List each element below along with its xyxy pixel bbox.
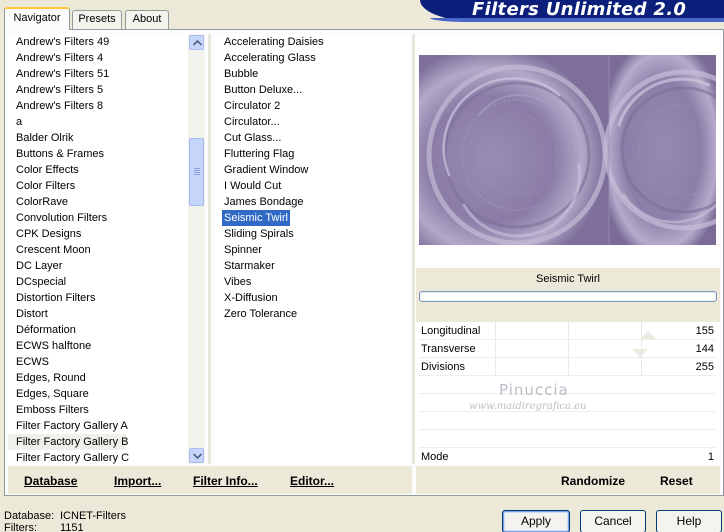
- category-item[interactable]: Filter Factory Gallery B: [8, 434, 128, 450]
- category-item[interactable]: Filter Factory Gallery A: [8, 418, 188, 434]
- category-item[interactable]: Emboss Filters: [8, 402, 188, 418]
- category-item[interactable]: Edges, Round: [8, 370, 188, 386]
- filter-item[interactable]: Sliding Spirals: [222, 226, 296, 242]
- current-filter-name: Seismic Twirl: [536, 273, 600, 285]
- category-list[interactable]: Andrew's Filters 49 Andrew's Filters 4 And…: [8, 34, 206, 466]
- scroll-up-button[interactable]: [189, 35, 204, 50]
- preview-splitter: [412, 34, 415, 464]
- category-item[interactable]: Distortion Filters: [8, 290, 188, 306]
- watermark-name: Pinuccia: [499, 381, 569, 399]
- category-item[interactable]: Balder Olrik: [8, 130, 188, 146]
- status-filters-value: 1151: [60, 522, 84, 532]
- category-item[interactable]: Andrew's Filters 5: [8, 82, 188, 98]
- category-item[interactable]: Distort: [8, 306, 188, 322]
- filter-item[interactable]: X-Diffusion: [222, 290, 280, 306]
- slider-marker: [640, 331, 656, 339]
- slider-marker: [632, 349, 648, 357]
- tab-presets[interactable]: Presets: [72, 10, 122, 29]
- filter-item[interactable]: Bubble: [222, 66, 260, 82]
- filter-item[interactable]: Accelerating Glass: [222, 50, 318, 66]
- tab-navigator[interactable]: Navigator: [4, 7, 70, 30]
- list-splitter[interactable]: [208, 34, 211, 464]
- filter-item[interactable]: Spinner: [222, 242, 264, 258]
- category-item[interactable]: Color Filters: [8, 178, 188, 194]
- tab-about[interactable]: About: [125, 10, 169, 29]
- filter-item[interactable]: Button Deluxe...: [222, 82, 304, 98]
- category-item[interactable]: Andrew's Filters 49: [8, 34, 188, 50]
- chevron-up-icon: [193, 40, 202, 46]
- cancel-button[interactable]: Cancel: [580, 510, 646, 532]
- chevron-down-icon: [193, 453, 202, 459]
- category-item[interactable]: ECWS: [8, 354, 188, 370]
- status-database-label: Database:: [4, 510, 55, 522]
- category-item[interactable]: Convolution Filters: [8, 210, 188, 226]
- status-filters-label: Filters:: [4, 522, 37, 532]
- filter-item[interactable]: Zero Tolerance: [222, 306, 299, 322]
- category-item[interactable]: Buttons & Frames: [8, 146, 188, 162]
- filter-item[interactable]: Fluttering Flag: [222, 146, 296, 162]
- watermark-url: www.maidiregrafica.eu: [469, 401, 587, 412]
- category-item[interactable]: DCspecial: [8, 274, 188, 290]
- category-item[interactable]: Déformation: [8, 322, 188, 338]
- category-item[interactable]: Color Effects: [8, 162, 188, 178]
- param-empty-row: [419, 412, 716, 430]
- category-item[interactable]: Edges, Square: [8, 386, 188, 402]
- status-database: Database: ICNET-Filters: [4, 510, 126, 522]
- filter-item[interactable]: Starmaker: [222, 258, 277, 274]
- filter-item[interactable]: Cut Glass...: [222, 130, 283, 146]
- category-item[interactable]: Andrew's Filters 8: [8, 98, 188, 114]
- filter-info-button[interactable]: Filter Info...: [193, 474, 258, 488]
- category-item[interactable]: ECWS halftone: [8, 338, 188, 354]
- param-mode[interactable]: Mode 1: [419, 449, 716, 465]
- mode-value: 1: [707, 451, 714, 463]
- category-item[interactable]: a: [8, 114, 188, 130]
- randomize-button[interactable]: Randomize: [561, 474, 625, 488]
- filter-item[interactable]: Circulator...: [222, 114, 282, 130]
- database-button[interactable]: Database: [24, 474, 77, 488]
- category-item[interactable]: ColorRave: [8, 194, 188, 210]
- mode-label: Mode: [421, 451, 449, 463]
- filter-item[interactable]: Gradient Window: [222, 162, 310, 178]
- status-filters: Filters: 1151: [4, 522, 84, 532]
- category-scrollbar[interactable]: [188, 34, 205, 464]
- filter-list[interactable]: Accelerating Daisies Accelerating Glass Bu…: [214, 34, 410, 466]
- reset-button[interactable]: Reset: [660, 474, 693, 488]
- filter-item[interactable]: I Would Cut: [222, 178, 283, 194]
- slider-markers: [632, 331, 656, 357]
- category-item[interactable]: DC Layer: [8, 258, 188, 274]
- scroll-thumb[interactable]: [189, 138, 204, 206]
- category-item[interactable]: Crescent Moon: [8, 242, 188, 258]
- scroll-down-button[interactable]: [189, 448, 204, 463]
- help-button[interactable]: Help: [656, 510, 722, 532]
- apply-button[interactable]: Apply: [502, 510, 570, 532]
- param-empty-row: [419, 430, 716, 448]
- category-item[interactable]: Andrew's Filters 4: [8, 50, 188, 66]
- category-item[interactable]: Andrew's Filters 51: [8, 66, 188, 82]
- filter-item[interactable]: Circulator 2: [222, 98, 282, 114]
- app-title: Filters Unlimited 2.0: [472, 0, 687, 20]
- progress-bar: [419, 291, 717, 302]
- filter-item[interactable]: Seismic Twirl: [222, 210, 290, 226]
- preview-image: [419, 55, 716, 245]
- status-database-value: ICNET-Filters: [60, 510, 126, 522]
- seismic-twirl-preview: [419, 55, 716, 245]
- category-item[interactable]: CPK Designs: [8, 226, 188, 242]
- filter-item[interactable]: James Bondage: [222, 194, 306, 210]
- category-item[interactable]: Filter Factory Gallery C: [8, 450, 188, 466]
- filter-item[interactable]: Accelerating Daisies: [222, 34, 326, 50]
- import-button[interactable]: Import...: [114, 474, 161, 488]
- editor-button[interactable]: Editor...: [290, 474, 334, 488]
- filter-item[interactable]: Vibes: [222, 274, 253, 290]
